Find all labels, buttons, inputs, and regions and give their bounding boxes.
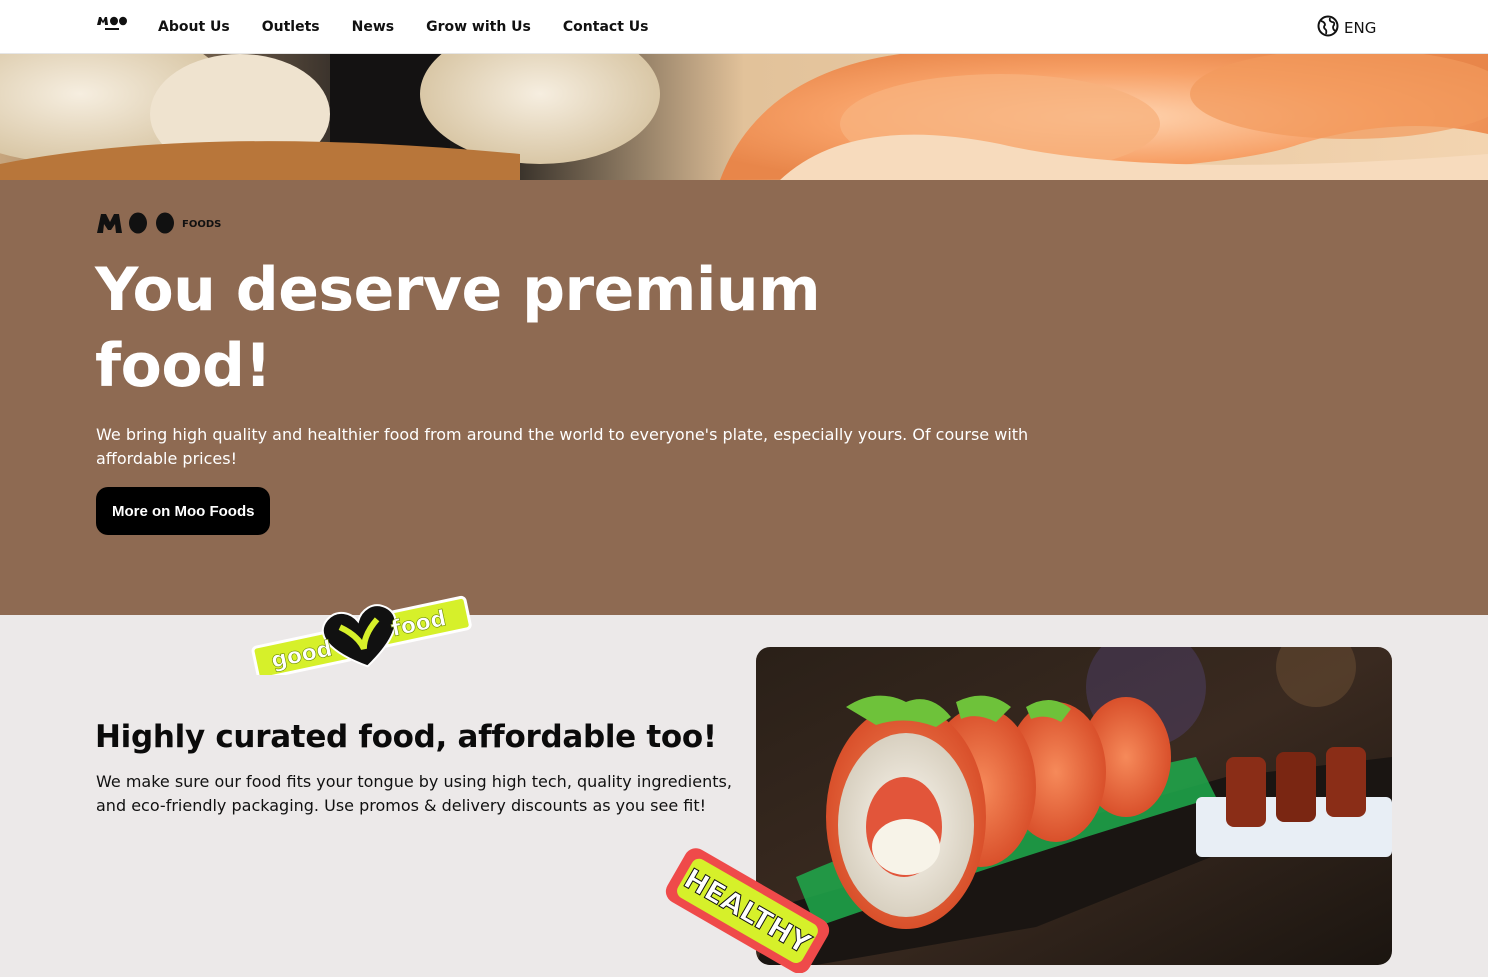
hero-description: We bring high quality and healthier food… xyxy=(96,425,1029,468)
hero-banner-image xyxy=(0,54,1488,180)
language-label: ENG xyxy=(1344,19,1377,37)
moo-foods-brand-logo: FOODS xyxy=(96,211,226,241)
curated-food-section: good food Highly curated food, affordabl… xyxy=(0,595,1488,974)
nav-link-grow-with-us[interactable]: Grow with Us xyxy=(426,19,531,35)
section-title: Highly curated food, affordable too! xyxy=(95,719,717,755)
hero-section: FOODS You deserve premium food! We bring… xyxy=(0,180,1488,615)
nav-links: About Us Outlets News Grow with Us Conta… xyxy=(158,0,680,54)
section-description: We make sure our food fits your tongue b… xyxy=(96,772,732,815)
language-selector[interactable]: ENG xyxy=(1317,15,1376,41)
nav-link-about-us[interactable]: About Us xyxy=(158,19,230,35)
sushi-rolls-photo xyxy=(756,647,1392,965)
healthy-sticker: HEALTHY xyxy=(660,847,836,974)
more-on-moo-foods-button[interactable]: More on Moo Foods xyxy=(96,487,271,535)
nav-link-news[interactable]: News xyxy=(352,19,394,35)
good-food-sticker: good food xyxy=(246,575,476,680)
brand-wordmark: FOODS xyxy=(182,219,221,230)
top-navigation: About Us Outlets News Grow with Us Conta… xyxy=(0,0,1488,54)
hero-title: You deserve premium food! xyxy=(95,255,821,401)
moo-foods-logo[interactable] xyxy=(96,15,128,33)
nav-link-contact-us[interactable]: Contact Us xyxy=(563,19,649,35)
nav-link-outlets[interactable]: Outlets xyxy=(262,19,320,35)
globe-icon xyxy=(1317,15,1339,41)
